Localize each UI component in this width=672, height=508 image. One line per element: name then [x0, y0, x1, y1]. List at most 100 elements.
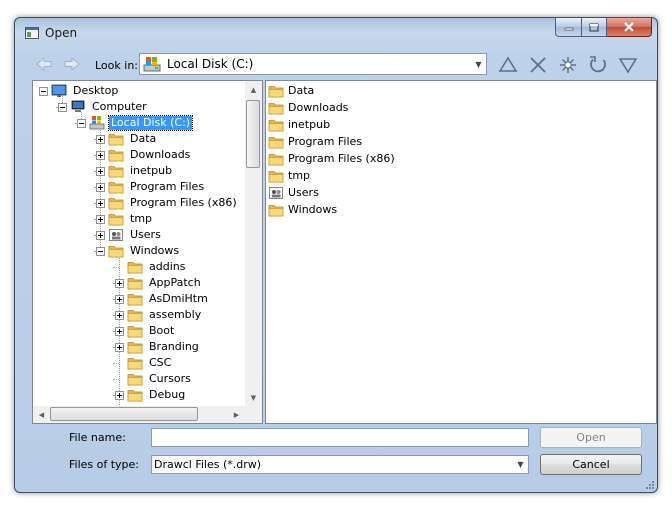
collapse-icon[interactable]	[77, 118, 86, 128]
title-bar[interactable]: Open	[15, 18, 657, 46]
folder-icon	[268, 83, 284, 99]
views-icon[interactable]	[617, 54, 639, 76]
expand-icon[interactable]	[96, 182, 105, 192]
folder-icon	[268, 117, 284, 133]
expand-icon[interactable]	[96, 214, 105, 224]
tree-item[interactable]: AsDmiHtm	[115, 291, 210, 307]
drive-icon	[143, 57, 161, 72]
maximize-button[interactable]	[582, 18, 607, 37]
tree-item[interactable]: AppPatch	[115, 275, 203, 291]
up-icon[interactable]	[497, 54, 519, 76]
expand-icon[interactable]	[96, 134, 105, 144]
tree-item[interactable]: Branding	[115, 339, 201, 355]
file-list-item[interactable]: Program Files	[268, 133, 362, 150]
open-button[interactable]: Open	[540, 427, 642, 448]
tree-item-label: assembly	[149, 308, 202, 321]
folder-tree[interactable]: Desktop Computer Local Disk (C:) Data Downlo…	[32, 80, 263, 424]
folder-icon	[127, 275, 143, 291]
collapse-icon[interactable]	[58, 102, 67, 112]
file-list-item[interactable]: inetpub	[268, 116, 330, 133]
close-button[interactable]	[607, 18, 652, 37]
resize-grip-icon[interactable]	[645, 480, 655, 490]
file-list-item[interactable]: Program Files (x86)	[268, 150, 395, 167]
expand-icon[interactable]	[115, 294, 124, 304]
forward-icon[interactable]	[63, 55, 81, 73]
tree-item-label: CSC	[149, 356, 172, 369]
file-list-item-label: inetpub	[288, 118, 331, 131]
tree-vertical-scrollbar[interactable]: ▲ ▼	[245, 81, 262, 406]
collapse-icon[interactable]	[96, 246, 105, 256]
tree-item[interactable]: Program Files	[96, 179, 206, 195]
close-icon	[624, 22, 634, 32]
new-folder-icon[interactable]	[557, 54, 579, 76]
file-list-item-label: Program Files (x86)	[288, 152, 395, 165]
folder-icon	[108, 243, 124, 259]
users-folder-icon	[108, 227, 124, 243]
chevron-down-icon[interactable]: ▼	[471, 54, 486, 74]
tree-item[interactable]: Downloads	[96, 147, 192, 163]
file-list-item[interactable]: tmp	[268, 167, 310, 184]
expand-icon[interactable]	[115, 278, 124, 288]
tree-item[interactable]: Data	[96, 131, 158, 147]
tree-item[interactable]: tmp	[96, 211, 154, 227]
file-type-select[interactable]: Drawcl Files (*.drw) ▼	[151, 455, 529, 474]
scroll-down-icon[interactable]: ▼	[245, 389, 262, 406]
tree-item[interactable]: Cursors	[115, 371, 193, 387]
maximize-icon	[589, 23, 599, 31]
expand-icon[interactable]	[96, 166, 105, 176]
delete-icon[interactable]	[527, 54, 549, 76]
tree-item-label: tmp	[130, 212, 153, 225]
tree-item[interactable]: inetpub	[96, 163, 174, 179]
tree-item[interactable]: Windows	[96, 243, 181, 259]
file-list-item[interactable]: Windows	[268, 201, 337, 218]
tree-item[interactable]: Computer	[58, 99, 149, 115]
tree-item[interactable]: Local Disk (C:)	[77, 115, 194, 131]
tree-item-label: Local Disk (C:)	[107, 115, 194, 131]
file-list-item[interactable]: Users	[268, 184, 319, 201]
refresh-icon[interactable]	[587, 54, 609, 76]
back-icon[interactable]	[35, 55, 53, 73]
expand-icon[interactable]	[96, 150, 105, 160]
tree-item[interactable]: CSC	[115, 355, 173, 371]
expand-icon[interactable]	[115, 390, 124, 400]
expand-icon[interactable]	[96, 230, 105, 240]
file-list[interactable]: Data Downloads inetpub Program Files Program…	[265, 80, 657, 424]
drive-icon	[89, 115, 105, 131]
tree-item[interactable]: Program Files (x86)	[96, 195, 239, 211]
tree-item-label: AsDmiHtm	[149, 292, 208, 305]
folder-icon	[108, 131, 124, 147]
tree-item[interactable]: Boot	[115, 323, 176, 339]
tree-item[interactable]: Desktop	[39, 83, 120, 99]
tree-vertical-scroll-thumb[interactable]	[246, 100, 260, 168]
expand-icon[interactable]	[115, 310, 124, 320]
tree-item[interactable]: addins	[115, 259, 187, 275]
look-in-combo[interactable]: Local Disk (C:) ▼	[139, 53, 487, 75]
chevron-down-icon[interactable]: ▼	[513, 456, 528, 473]
cancel-button[interactable]: Cancel	[540, 454, 642, 475]
scroll-right-icon[interactable]: ▶	[228, 406, 245, 423]
file-list-item[interactable]: Downloads	[268, 99, 348, 116]
tree-item[interactable]: Users	[96, 227, 163, 243]
tree-item[interactable]: assembly	[115, 307, 203, 323]
scroll-up-icon[interactable]: ▲	[245, 81, 262, 98]
file-list-item[interactable]: Data	[268, 82, 314, 99]
file-list-item-label: Program Files	[288, 135, 363, 148]
tree-horizontal-scroll-thumb[interactable]	[50, 407, 198, 421]
tree-item-label: addins	[149, 260, 186, 273]
expand-icon[interactable]	[96, 198, 105, 208]
expand-icon[interactable]	[115, 326, 124, 336]
file-name-input[interactable]	[151, 428, 529, 447]
file-list-item-label: Windows	[288, 203, 338, 216]
tree-item-label: Computer	[92, 100, 147, 113]
expand-icon[interactable]	[115, 342, 124, 352]
folder-icon	[108, 147, 124, 163]
folder-icon	[127, 339, 143, 355]
collapse-icon[interactable]	[39, 86, 48, 96]
scroll-left-icon[interactable]: ◀	[33, 406, 50, 423]
tree-item-label: Users	[130, 228, 161, 241]
tree-item-label: Boot	[149, 324, 175, 337]
minimize-button[interactable]	[555, 18, 582, 37]
tree-horizontal-scrollbar[interactable]: ◀ ▶	[33, 406, 245, 423]
folder-icon	[127, 323, 143, 339]
tree-item[interactable]: Debug	[115, 387, 187, 403]
